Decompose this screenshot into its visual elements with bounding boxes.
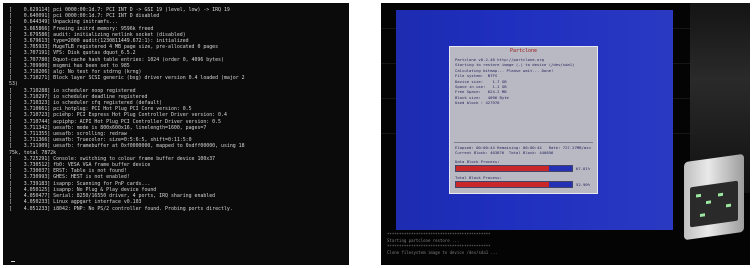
console-line: [ 4.051233] i8042: PNP: No PS/2 controll… <box>9 205 233 212</box>
kernel-log: [ 0.629114] pci 0000:00:1d.7: PCI INT D … <box>9 7 347 212</box>
total-progress-label: Total Block Process: <box>455 175 502 180</box>
boot-console-screenshot: [ 0.629114] pci 0000:00:1d.7: PCI INT D … <box>3 3 349 265</box>
total-progress-fill <box>456 182 549 187</box>
blue-screen: Partclone Partclone v0.2.48 http://partc… <box>396 10 673 230</box>
partclone-dialog: Partclone Partclone v0.2.48 http://partc… <box>449 46 598 194</box>
text-cursor <box>11 261 15 262</box>
data-progress-bar <box>455 165 573 172</box>
dialog-info: Partclone v0.2.48 http://partclone.org St… <box>455 57 593 106</box>
dialog-title: Partclone <box>509 48 538 54</box>
stats-line: Current Block: 403876 Total Block: 44085… <box>455 150 554 156</box>
data-progress-label: Data Block Process: <box>455 159 500 164</box>
footer-line: Clone filesystem image to device /dev/sd… <box>387 250 498 255</box>
installer-monitor-photo: Partclone Partclone v0.2.48 http://partc… <box>381 3 750 265</box>
divider <box>454 142 593 143</box>
computer-device <box>684 153 744 241</box>
terminal-footer: ****************************************… <box>387 232 687 256</box>
info-line: Used block : 427976 <box>455 100 500 106</box>
total-progress-percent: 52.90% <box>576 182 591 187</box>
total-progress-bar <box>455 181 573 188</box>
dialog-stats: Elapsed: 00:00:44 Remaining: 00:00:44 Ra… <box>455 145 593 155</box>
data-progress-fill <box>456 166 549 171</box>
data-progress-percent: 67.81% <box>576 166 591 171</box>
device-panel <box>690 180 738 228</box>
